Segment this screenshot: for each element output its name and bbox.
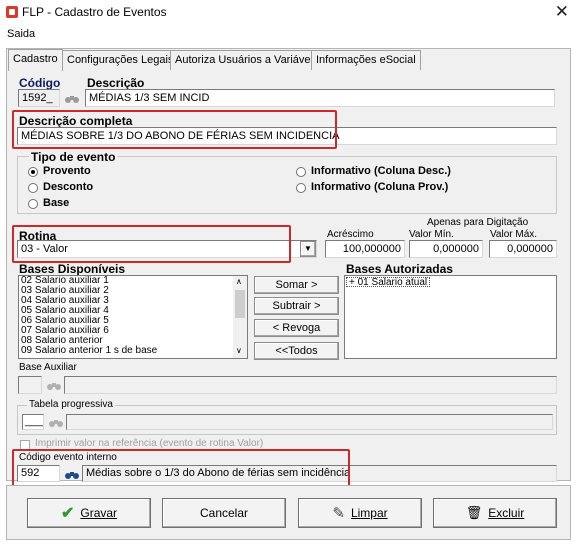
cancelar-button[interactable]: Cancelar [162,498,286,528]
tab-label: Configurações Legais [67,54,174,66]
main-window: FLP - Cadastro de Eventos ✕ Saida Cadast… [0,0,577,545]
somar-button[interactable]: Somar > [254,276,339,294]
radio-informativo-prov[interactable] [296,183,306,193]
valor-max-label: Valor Máx. [490,229,538,240]
title-bar: FLP - Cadastro de Eventos ✕ [0,0,577,26]
radio-base[interactable] [28,199,38,209]
bases-disponiveis-label: Bases Disponíveis [19,262,126,276]
tabela-progressiva-desc-field [66,414,553,430]
valor-max-field[interactable]: 0,000000 [489,240,557,258]
informativo-prov-label: Informativo (Coluna Prov.) [311,181,449,193]
base-auxiliar-field[interactable] [18,376,42,394]
search-base-auxiliar-icon[interactable] [46,378,62,392]
checkmark-icon: ✔ [60,505,75,522]
gravar-button[interactable]: ✔ Gravar [27,498,151,528]
acrescimo-field[interactable]: 100,000000 [325,240,405,258]
tab-cadastro[interactable]: Cadastro [8,49,63,71]
tabela-progressiva-field[interactable]: ___ [22,414,44,430]
limpar-label: Limpar [350,506,388,520]
search-codigo-icon[interactable] [64,91,80,105]
tipo-evento-group [17,156,557,214]
codigo-label: Código [19,76,61,90]
provento-label: Provento [43,165,91,177]
bases-autorizadas-list[interactable]: + 01 Salario atual [344,275,557,359]
valor-min-label: Valor Mín. [409,229,454,240]
desconto-label: Desconto [43,181,94,193]
subtrair-button[interactable]: Subtrair > [254,297,339,315]
scroll-down-icon[interactable]: ∨ [236,346,242,355]
highlight-rotina [12,225,291,263]
base-auxiliar-desc-field [64,376,557,394]
apenas-digitacao-label: Apenas para Digitação [427,217,529,228]
radio-desconto[interactable] [28,183,38,193]
menu-bar: Saida [0,26,577,44]
somar-label: Somar > [275,279,318,291]
base-auxiliar-label: Base Auxiliar [19,362,77,373]
app-icon [6,6,18,18]
bases-disponiveis-list[interactable]: 02 Salario auxiliar 1 03 Salario auxilia… [18,275,248,359]
rotina-dropdown-button[interactable]: ▼ [300,241,316,257]
tabela-progressiva-label: Tabela progressiva [27,399,115,410]
tab-autoriza-usuarios[interactable]: Autoriza Usuários a Variáveis [170,50,324,70]
excluir-button[interactable]: 🗑 Excluir [433,498,557,528]
list-item[interactable]: + 01 Salario atual [346,277,431,288]
valor-max-value: 0,000000 [507,243,553,255]
cancelar-label: Cancelar [199,506,249,520]
bases-autorizadas-label: Bases Autorizadas [346,262,453,276]
descricao-value: MÉDIAS 1/3 SEM INCID [89,92,210,104]
highlight-descricao-completa [12,110,337,149]
eraser-icon: ✎ [332,505,345,522]
chevron-down-icon: ▼ [304,244,312,253]
acrescimo-label: Acréscimo [327,229,374,240]
descricao-field[interactable]: MÉDIAS 1/3 SEM INCID [85,89,555,107]
tab-label: Cadastro [13,53,58,65]
close-icon[interactable]: ✕ [555,2,569,22]
todos-button[interactable]: <<Todos [254,342,339,360]
imprimir-label: Imprimir valor na referência (evento de … [35,438,264,449]
codigo-field[interactable]: 1592_ [18,89,60,107]
todos-label: <<Todos [275,345,318,357]
highlight-evento-interno [12,449,350,487]
codigo-value: 1592_ [22,92,53,104]
bases-scrollbar[interactable]: ∧ ∨ [233,276,247,358]
tabela-progressiva-value: ___ [25,415,44,427]
acrescimo-value: 100,000000 [342,243,401,255]
revoga-button[interactable]: < Revoga [254,319,339,337]
base-label: Base [43,197,70,209]
radio-informativo-desc[interactable] [296,167,306,177]
radio-provento[interactable] [28,167,38,177]
tab-configuracoes-legais[interactable]: Configurações Legais [62,50,179,70]
menu-saida[interactable]: Saida [7,28,35,40]
valor-min-value: 0,000000 [433,243,479,255]
limpar-button[interactable]: ✎ Limpar [298,498,422,528]
informativo-desc-label: Informativo (Coluna Desc.) [311,165,451,177]
revoga-label: < Revoga [272,322,321,334]
excluir-label: Excluir [488,506,525,520]
tab-label: Autoriza Usuários a Variáveis [175,54,319,66]
descricao-label: Descrição [87,76,145,90]
scroll-thumb[interactable] [235,290,245,318]
gravar-label: Gravar [80,506,118,520]
tab-label: Informações eSocial [316,54,416,66]
scroll-up-icon[interactable]: ∧ [236,277,242,286]
trash-icon: 🗑 [465,505,483,520]
tipo-evento-title: Tipo de evento [29,150,118,164]
search-tabela-icon[interactable] [48,415,64,429]
tab-informacoes-esocial[interactable]: Informações eSocial [311,50,421,70]
window-title: FLP - Cadastro de Eventos [22,5,167,19]
list-item[interactable]: 09 Salario anterior 1 s de base [19,346,247,356]
valor-min-field[interactable]: 0,000000 [409,240,483,258]
subtrair-label: Subtrair > [272,300,321,312]
